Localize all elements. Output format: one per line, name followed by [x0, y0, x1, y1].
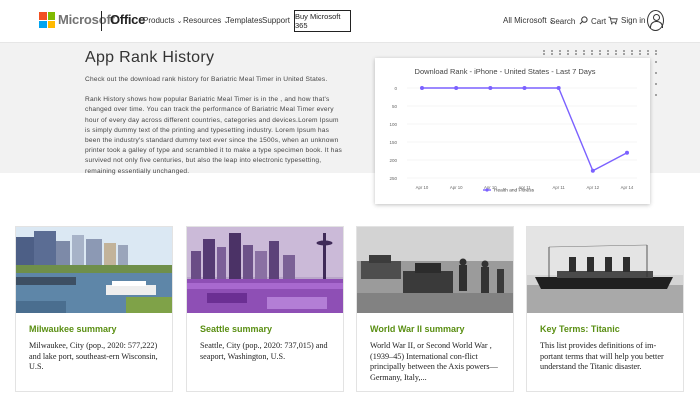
microsoft-logo-icon[interactable] — [39, 12, 55, 28]
hero-description: Check out the download rank history for … — [85, 75, 345, 177]
account-avatar-icon[interactable] — [647, 10, 664, 31]
nav-templates[interactable]: Templates — [226, 16, 262, 25]
cart-icon — [608, 16, 619, 25]
card-description: Milwaukee, City (pop., 2020: 577,222) an… — [29, 341, 158, 371]
card-description: Seattle, City (pop., 2020: 737,015) and … — [200, 341, 328, 361]
card-title[interactable]: Seattle summary — [200, 324, 272, 334]
y-tick-label: 200 — [389, 158, 397, 163]
office-product-link[interactable]: Office — [110, 12, 145, 27]
legend-swatch-dot — [485, 188, 489, 192]
search-icon — [579, 16, 588, 25]
card-world-war-ii[interactable]: World War II summary World War II, or Se… — [356, 226, 514, 392]
y-tick-label: 150 — [389, 140, 397, 145]
data-point — [590, 168, 595, 173]
nav-resources[interactable]: Resources ⌄ — [183, 16, 229, 25]
card-title[interactable]: Milwaukee summary — [29, 324, 117, 334]
logo-square-yellow — [47, 20, 55, 28]
card-seattle[interactable]: Seattle summary Seattle, City (pop., 202… — [186, 226, 344, 392]
card-title[interactable]: Key Terms: Titanic — [540, 324, 620, 334]
intro-paragraph: Check out the download rank history for … — [85, 76, 328, 83]
rank-history-chart: Download Rank - iPhone - United States -… — [389, 67, 637, 194]
card-title[interactable]: World War II summary — [370, 324, 465, 334]
x-tick-label: Apr 10 — [416, 185, 429, 190]
logo-square-red — [39, 12, 47, 20]
cart-button[interactable]: Cart — [591, 16, 619, 26]
x-tick-label: Apr 12 — [586, 185, 599, 190]
cart-label: Cart — [591, 17, 607, 26]
card-description: This list provides definitions of im-por… — [540, 341, 664, 371]
milwaukee-photo — [16, 227, 172, 313]
x-tick-label: Apr 11 — [552, 185, 565, 190]
buy-microsoft-365-button[interactable]: Buy Microsoft 365 — [294, 10, 351, 32]
y-tick-label: 250 — [389, 176, 397, 181]
y-tick-label: 100 — [389, 122, 397, 127]
data-point — [488, 86, 493, 90]
header-divider — [101, 11, 102, 31]
data-point — [625, 150, 629, 155]
world-war-ii-photo — [357, 227, 513, 313]
search-label: Search — [550, 17, 576, 26]
x-tick-label: Apr 10 — [450, 185, 463, 190]
series-line — [422, 87, 628, 172]
nav-support[interactable]: Support — [262, 16, 290, 25]
legend-label: Health and Fitness — [494, 188, 535, 194]
card-titanic[interactable]: Key Terms: Titanic This list provides de… — [526, 226, 684, 392]
logo-square-blue — [39, 20, 47, 28]
data-point — [522, 86, 527, 90]
site-header: Microsoft Office Products ⌄ Resources ⌄ Te… — [0, 0, 700, 43]
data-point — [454, 86, 459, 90]
all-microsoft-menu[interactable]: All Microsoft ⌄ — [503, 16, 554, 25]
body-paragraph: Rank History shows how popular Bariatric… — [85, 96, 343, 175]
titanic-photo — [527, 227, 683, 313]
x-tick-label: Apr 14 — [621, 185, 634, 190]
all-microsoft-label: All Microsoft — [503, 16, 547, 25]
data-point — [556, 86, 561, 90]
chevron-down-icon: ⌄ — [176, 18, 183, 25]
y-tick-label: 50 — [392, 104, 398, 109]
nav-products[interactable]: Products ⌄ — [143, 16, 182, 25]
data-point — [420, 86, 424, 90]
chart-title: Download Rank - iPhone - United States -… — [415, 67, 596, 76]
card-milwaukee[interactable]: Milwaukee summary Milwaukee, City (pop.,… — [15, 226, 173, 392]
card-description: World War II, or Second World War , (193… — [370, 341, 498, 382]
y-tick-label: 0 — [394, 86, 397, 91]
page-title: App Rank History — [85, 49, 215, 66]
seattle-photo — [187, 227, 343, 313]
search-button[interactable]: Search — [550, 16, 588, 26]
microsoft-brand-text[interactable]: Microsoft — [58, 12, 115, 27]
sign-in-link[interactable]: Sign in — [621, 16, 645, 25]
nav-resources-label: Resources — [183, 16, 222, 25]
rank-chart-card: Download Rank - iPhone - United States -… — [375, 58, 650, 204]
nav-products-label: Products — [143, 16, 175, 25]
logo-square-green — [47, 12, 55, 20]
